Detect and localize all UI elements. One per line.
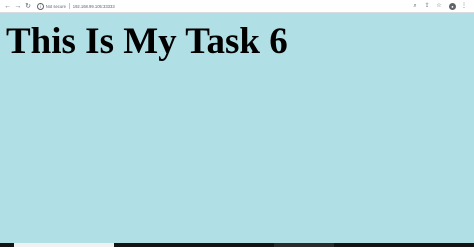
toolbar-actions: ⌕ ⇪ ☆ ● ⋮ (411, 2, 474, 11)
reload-icon[interactable]: ↻ (23, 0, 32, 12)
security-status: Not secure (45, 3, 66, 9)
avatar-icon[interactable]: ● (449, 2, 456, 10)
menu-icon[interactable]: ⋮ (460, 2, 468, 11)
url-text[interactable]: 192.168.99.105:33333 (73, 4, 115, 9)
back-arrow-icon[interactable]: ← (3, 0, 12, 12)
share-icon[interactable]: ⇪ (423, 2, 431, 11)
forward-arrow-icon[interactable]: → (13, 0, 22, 12)
page-content: This Is My Task 6 (0, 14, 474, 243)
taskbar-strip (0, 243, 474, 247)
page-heading: This Is My Task 6 (6, 21, 288, 62)
taskbar-segment (274, 243, 334, 247)
address-divider (68, 3, 70, 9)
taskbar-segment (14, 243, 114, 247)
address-bar[interactable]: i Not secure 192.168.99.105:33333 (36, 2, 411, 11)
star-icon[interactable]: ☆ (435, 2, 443, 11)
info-icon[interactable]: i (36, 2, 44, 10)
zoom-icon[interactable]: ⌕ (411, 2, 419, 11)
browser-toolbar: ← → ↻ i Not secure 192.168.99.105:33333 … (0, 0, 474, 13)
